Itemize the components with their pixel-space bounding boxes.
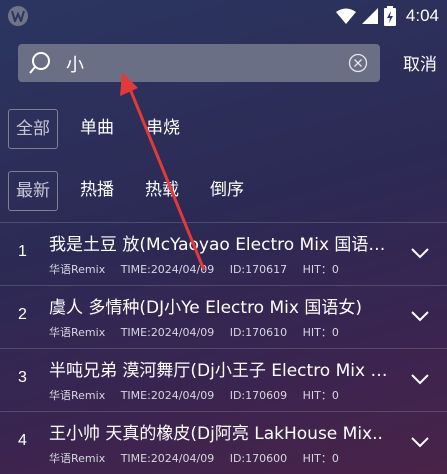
status-time: 4:04: [405, 6, 439, 25]
app-logo-icon: [8, 6, 28, 26]
category-tabs: 全部 单曲 串烧: [0, 109, 447, 149]
song-meta: 华语Remix TIME:2024/04/09 ID:170609 HIT：0: [49, 387, 351, 403]
song-hit: HIT：0: [302, 389, 339, 402]
status-icons: 4:04: [335, 5, 439, 27]
battery-charging-icon: [383, 6, 396, 26]
song-genre: 华语Remix: [49, 389, 106, 402]
song-hit: HIT：0: [302, 452, 339, 465]
chevron-down-icon[interactable]: [411, 373, 429, 385]
tab-medley[interactable]: 串烧: [146, 109, 180, 147]
sort-hot-download[interactable]: 热载: [145, 171, 179, 209]
sort-reverse[interactable]: 倒序: [210, 171, 244, 209]
song-id: ID:170609: [229, 389, 288, 402]
wifi-icon: [335, 8, 356, 24]
song-index: 3: [18, 369, 27, 386]
song-meta: 华语Remix TIME:2024/04/09 ID:170600 HIT：0: [49, 450, 351, 466]
chevron-down-icon[interactable]: [411, 310, 429, 322]
song-title[interactable]: 王小帅 天真的橡皮(Dj阿亮 LakHouse Mix..: [49, 419, 389, 444]
search-query[interactable]: 小: [66, 51, 84, 77]
song-row[interactable]: 1 我是土豆 放(McYaoyao Electro Mix 国语女.. 华语Re…: [0, 222, 447, 285]
song-row[interactable]: 4 王小帅 天真的橡皮(Dj阿亮 LakHouse Mix.. 华语Remix …: [0, 411, 447, 474]
song-id: ID:170600: [229, 452, 288, 465]
song-index: 2: [18, 306, 27, 323]
song-hit: HIT：0: [302, 263, 339, 276]
song-title[interactable]: 半吨兄弟 漠河舞厅(Dj小王子 Electro Mix 国..: [49, 356, 389, 381]
search-input[interactable]: 小: [18, 44, 380, 82]
search-icon: [29, 52, 50, 74]
signal-icon: [361, 8, 378, 24]
song-genre: 华语Remix: [49, 263, 106, 276]
song-genre: 华语Remix: [49, 326, 106, 339]
song-id: ID:170610: [229, 326, 288, 339]
song-genre: 华语Remix: [49, 452, 106, 465]
cancel-button[interactable]: 取消: [403, 50, 437, 75]
song-row[interactable]: 2 虞人 多情种(DJ小Ye Electro Mix 国语女) 华语Remix …: [0, 285, 447, 348]
song-time: TIME:2024/04/09: [120, 452, 215, 465]
song-time: TIME:2024/04/09: [120, 263, 215, 276]
status-bar: 4:04: [0, 0, 447, 32]
tab-all[interactable]: 全部: [8, 109, 58, 149]
clear-search-icon[interactable]: [348, 53, 368, 73]
sort-tabs: 最新 热播 热载 倒序: [0, 171, 447, 211]
song-list: 1 我是土豆 放(McYaoyao Electro Mix 国语女.. 华语Re…: [0, 222, 447, 474]
song-id: ID:170617: [229, 263, 288, 276]
song-index: 4: [18, 432, 27, 449]
song-time: TIME:2024/04/09: [120, 389, 215, 402]
song-meta: 华语Remix TIME:2024/04/09 ID:170617 HIT：0: [49, 261, 351, 277]
song-index: 1: [18, 243, 27, 260]
song-row[interactable]: 3 半吨兄弟 漠河舞厅(Dj小王子 Electro Mix 国.. 华语Remi…: [0, 348, 447, 411]
song-time: TIME:2024/04/09: [120, 326, 215, 339]
search-row: 小 取消: [0, 44, 447, 82]
song-hit: HIT：0: [302, 326, 339, 339]
chevron-down-icon[interactable]: [411, 247, 429, 259]
sort-hot-play[interactable]: 热播: [80, 171, 114, 209]
chevron-down-icon[interactable]: [411, 436, 429, 448]
song-meta: 华语Remix TIME:2024/04/09 ID:170610 HIT：0: [49, 324, 351, 340]
song-title[interactable]: 虞人 多情种(DJ小Ye Electro Mix 国语女): [49, 293, 389, 318]
song-title[interactable]: 我是土豆 放(McYaoyao Electro Mix 国语女..: [49, 230, 389, 255]
tab-singles[interactable]: 单曲: [80, 109, 114, 147]
sort-newest[interactable]: 最新: [8, 171, 58, 211]
